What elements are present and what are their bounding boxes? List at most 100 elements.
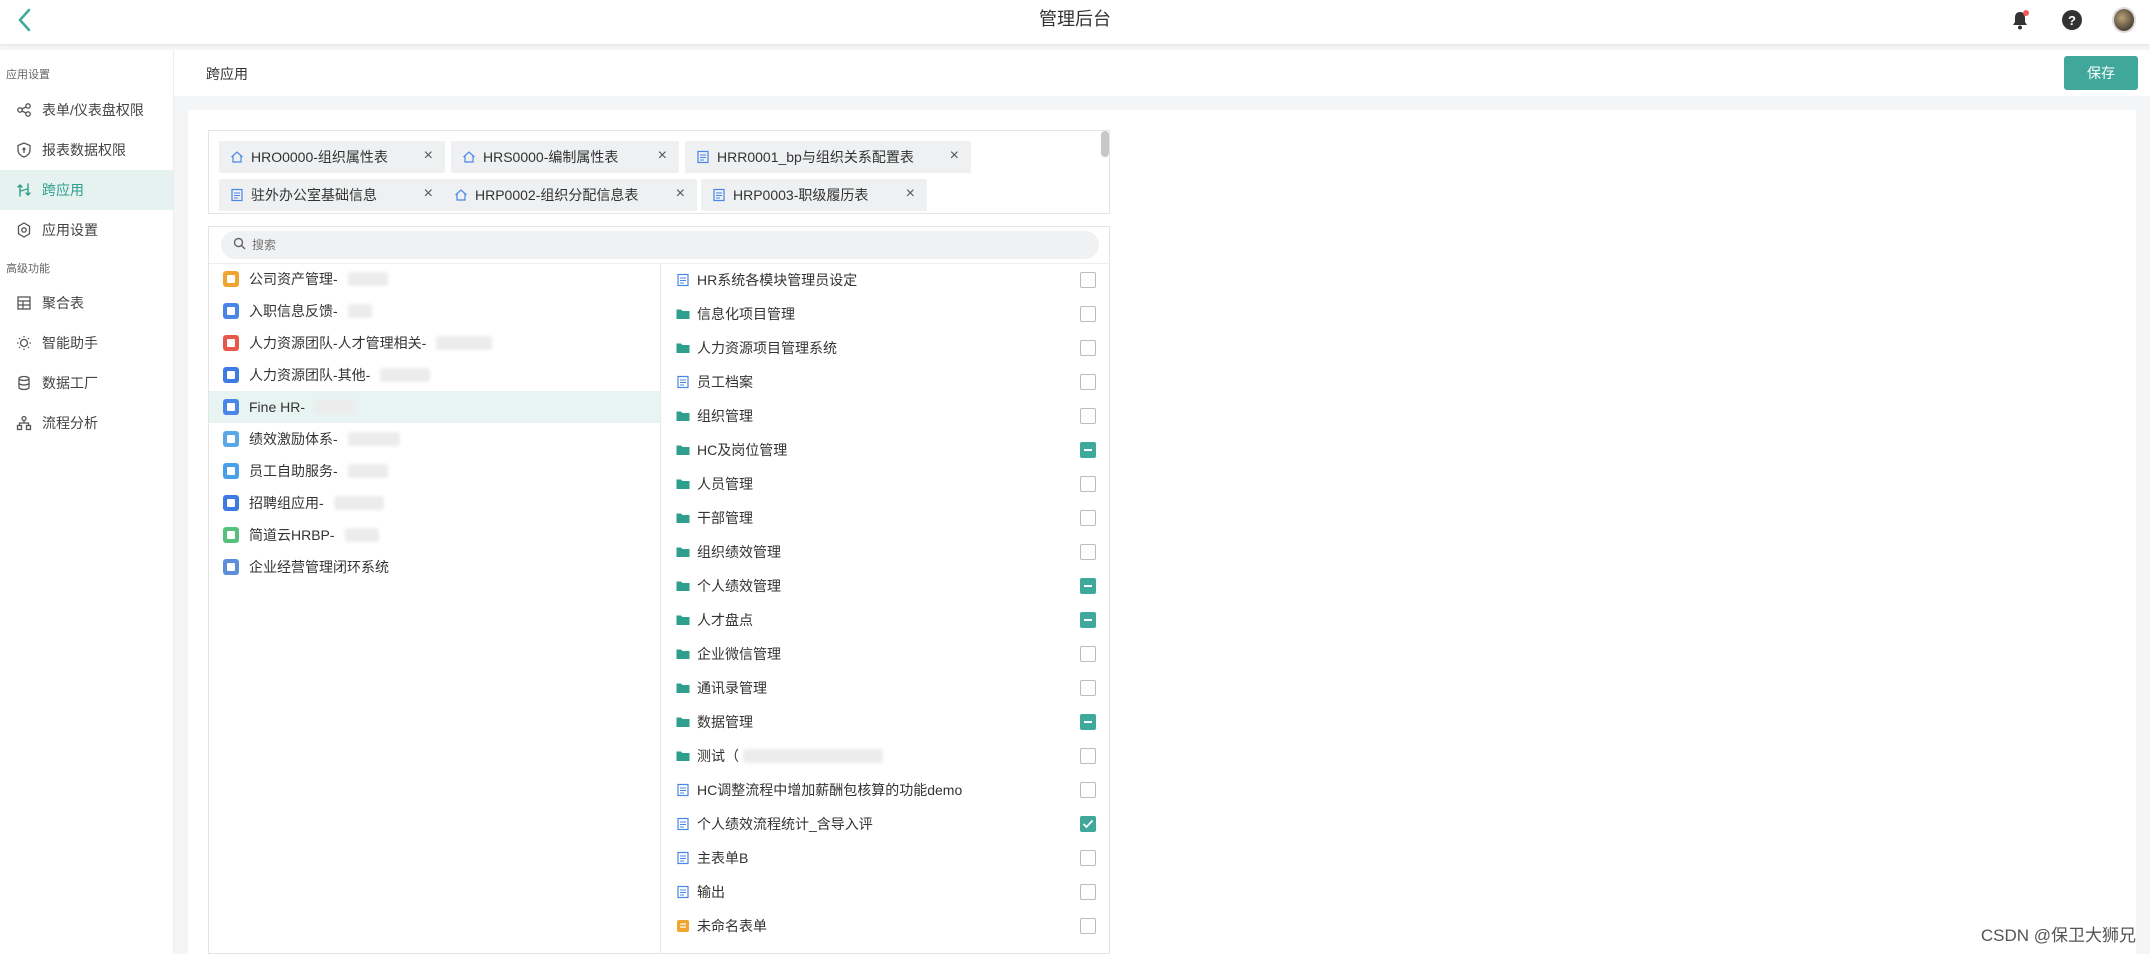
form-row[interactable]: HR系统各模块管理员设定 — [661, 263, 1109, 297]
folder-row[interactable]: HC及岗位管理 — [661, 433, 1109, 467]
form-row[interactable]: 输出 — [661, 875, 1109, 909]
checkbox[interactable] — [1080, 680, 1096, 696]
app-item[interactable]: 人力资源团队-其他- — [209, 359, 660, 391]
checkbox-checked[interactable] — [1080, 816, 1096, 832]
sidebar-item-report-permissions[interactable]: 报表数据权限 — [0, 130, 173, 170]
bell-icon[interactable] — [2008, 8, 2032, 32]
close-icon[interactable]: × — [424, 147, 433, 165]
save-button[interactable]: 保存 — [2064, 56, 2138, 90]
close-icon[interactable]: × — [950, 147, 959, 165]
bulb-icon — [16, 335, 32, 351]
folder-row[interactable]: 测试（ — [661, 739, 1109, 773]
app-item[interactable]: 绩效激励体系- — [209, 423, 660, 455]
sidebar-item-smart-assistant[interactable]: 智能助手 — [0, 323, 173, 363]
top-bar: 管理后台 ? — [0, 0, 2150, 44]
selected-tag: HRP0002-组织分配信息表 × — [443, 179, 697, 211]
folder-row[interactable]: 信息化项目管理 — [661, 297, 1109, 331]
app-list: 公司资产管理- 入职信息反馈- 人力资源团队-人才管理相关- 人力资源团队-其他… — [209, 263, 660, 583]
checkbox[interactable] — [1080, 510, 1096, 526]
form-row[interactable]: HC调整流程中增加薪酬包核算的功能demo — [661, 773, 1109, 807]
search-box[interactable] — [221, 231, 1099, 259]
selected-forms-box: HRO0000-组织属性表 × HRS0000-编制属性表 × HRR0001_… — [208, 130, 1110, 214]
checkbox[interactable] — [1080, 544, 1096, 560]
tag-label: HRO0000-组织属性表 — [251, 149, 388, 165]
sidebar-item-label: 聚合表 — [42, 295, 84, 311]
folder-label: 人才盘点 — [697, 612, 753, 628]
sidebar-item-flow-analysis[interactable]: 流程分析 — [0, 403, 173, 443]
checkbox-partial[interactable] — [1080, 578, 1096, 594]
sidebar-item-label: 应用设置 — [42, 222, 98, 238]
folder-row[interactable]: 人力资源项目管理系统 — [661, 331, 1109, 365]
redacted-text — [347, 432, 400, 446]
tags-scrollbar[interactable] — [1101, 131, 1109, 157]
folder-row[interactable]: 个人绩效管理 — [661, 569, 1109, 603]
sidebar-item-cross-app[interactable]: 跨应用 — [0, 170, 173, 210]
selected-tag: HRP0003-职级履历表 × — [701, 179, 927, 211]
redacted-text — [344, 528, 379, 542]
app-item[interactable]: 员工自助服务- — [209, 455, 660, 487]
redacted-text — [380, 368, 431, 382]
checkbox[interactable] — [1080, 374, 1096, 390]
sidebar-item-app-settings[interactable]: 应用设置 — [0, 210, 173, 250]
checkbox[interactable] — [1080, 646, 1096, 662]
search-input[interactable] — [252, 238, 1052, 252]
folder-row[interactable]: 组织管理 — [661, 399, 1109, 433]
form-icon — [675, 782, 691, 798]
notification-dot — [2023, 10, 2029, 16]
form-icon — [711, 187, 727, 203]
sidebar-item-data-factory[interactable]: 数据工厂 — [0, 363, 173, 403]
app-item[interactable]: Fine HR- — [209, 391, 660, 423]
checkbox[interactable] — [1080, 748, 1096, 764]
app-item[interactable]: 公司资产管理- — [209, 263, 660, 295]
checkbox[interactable] — [1080, 850, 1096, 866]
form-row[interactable]: 未命名表单 — [661, 909, 1109, 943]
close-icon[interactable]: × — [658, 147, 667, 165]
close-icon[interactable]: × — [676, 185, 685, 203]
app-item[interactable]: 企业经营管理闭环系统 — [209, 551, 660, 583]
folder-label: 信息化项目管理 — [697, 306, 795, 322]
folder-icon — [675, 680, 691, 696]
checkbox-partial[interactable] — [1080, 442, 1096, 458]
checkbox[interactable] — [1080, 476, 1096, 492]
redacted-text — [315, 400, 356, 414]
app-item[interactable]: 简道云HRBP- — [209, 519, 660, 551]
checkbox[interactable] — [1080, 918, 1096, 934]
form-row[interactable]: 个人绩效流程统计_含导入评 — [661, 807, 1109, 841]
folder-row[interactable]: 企业微信管理 — [661, 637, 1109, 671]
checkbox[interactable] — [1080, 782, 1096, 798]
app-item[interactable]: 招聘组应用- — [209, 487, 660, 519]
folder-row[interactable]: 人员管理 — [661, 467, 1109, 501]
checkbox[interactable] — [1080, 884, 1096, 900]
folder-row[interactable]: 干部管理 — [661, 501, 1109, 535]
checkbox[interactable] — [1080, 272, 1096, 288]
sidebar-item-label: 跨应用 — [42, 182, 84, 198]
form-row[interactable]: 主表单B — [661, 841, 1109, 875]
help-icon[interactable]: ? — [2060, 8, 2084, 32]
form-row[interactable]: 员工档案 — [661, 365, 1109, 399]
checkbox[interactable] — [1080, 340, 1096, 356]
sidebar-item-label: 报表数据权限 — [42, 142, 126, 158]
sidebar-item-form-permissions[interactable]: 表单/仪表盘权限 — [0, 90, 173, 130]
folder-icon — [675, 578, 691, 594]
folder-row[interactable]: 人才盘点 — [661, 603, 1109, 637]
avatar[interactable] — [2112, 7, 2136, 33]
database-icon — [16, 375, 32, 391]
folder-row[interactable]: 数据管理 — [661, 705, 1109, 739]
sidebar-item-aggregate-table[interactable]: 聚合表 — [0, 283, 173, 323]
folder-row[interactable]: 组织绩效管理 — [661, 535, 1109, 569]
folder-row[interactable]: 通讯录管理 — [661, 671, 1109, 705]
app-icon — [223, 431, 239, 447]
close-icon[interactable]: × — [906, 185, 915, 203]
content-title: 跨应用 — [206, 66, 248, 82]
checkbox[interactable] — [1080, 408, 1096, 424]
app-item[interactable]: 人力资源团队-人才管理相关- — [209, 327, 660, 359]
app-form-icon — [675, 918, 691, 934]
checkbox-partial[interactable] — [1080, 714, 1096, 730]
checkbox[interactable] — [1080, 306, 1096, 322]
content-header: 跨应用 保存 — [174, 50, 2150, 96]
form-list: HR系统各模块管理员设定 信息化项目管理 人力资源项目管理系统 员工档案 组织管… — [661, 263, 1109, 943]
checkbox-partial[interactable] — [1080, 612, 1096, 628]
app-item[interactable]: 入职信息反馈- — [209, 295, 660, 327]
close-icon[interactable]: × — [424, 185, 433, 203]
folder-label: 个人绩效管理 — [697, 578, 781, 594]
